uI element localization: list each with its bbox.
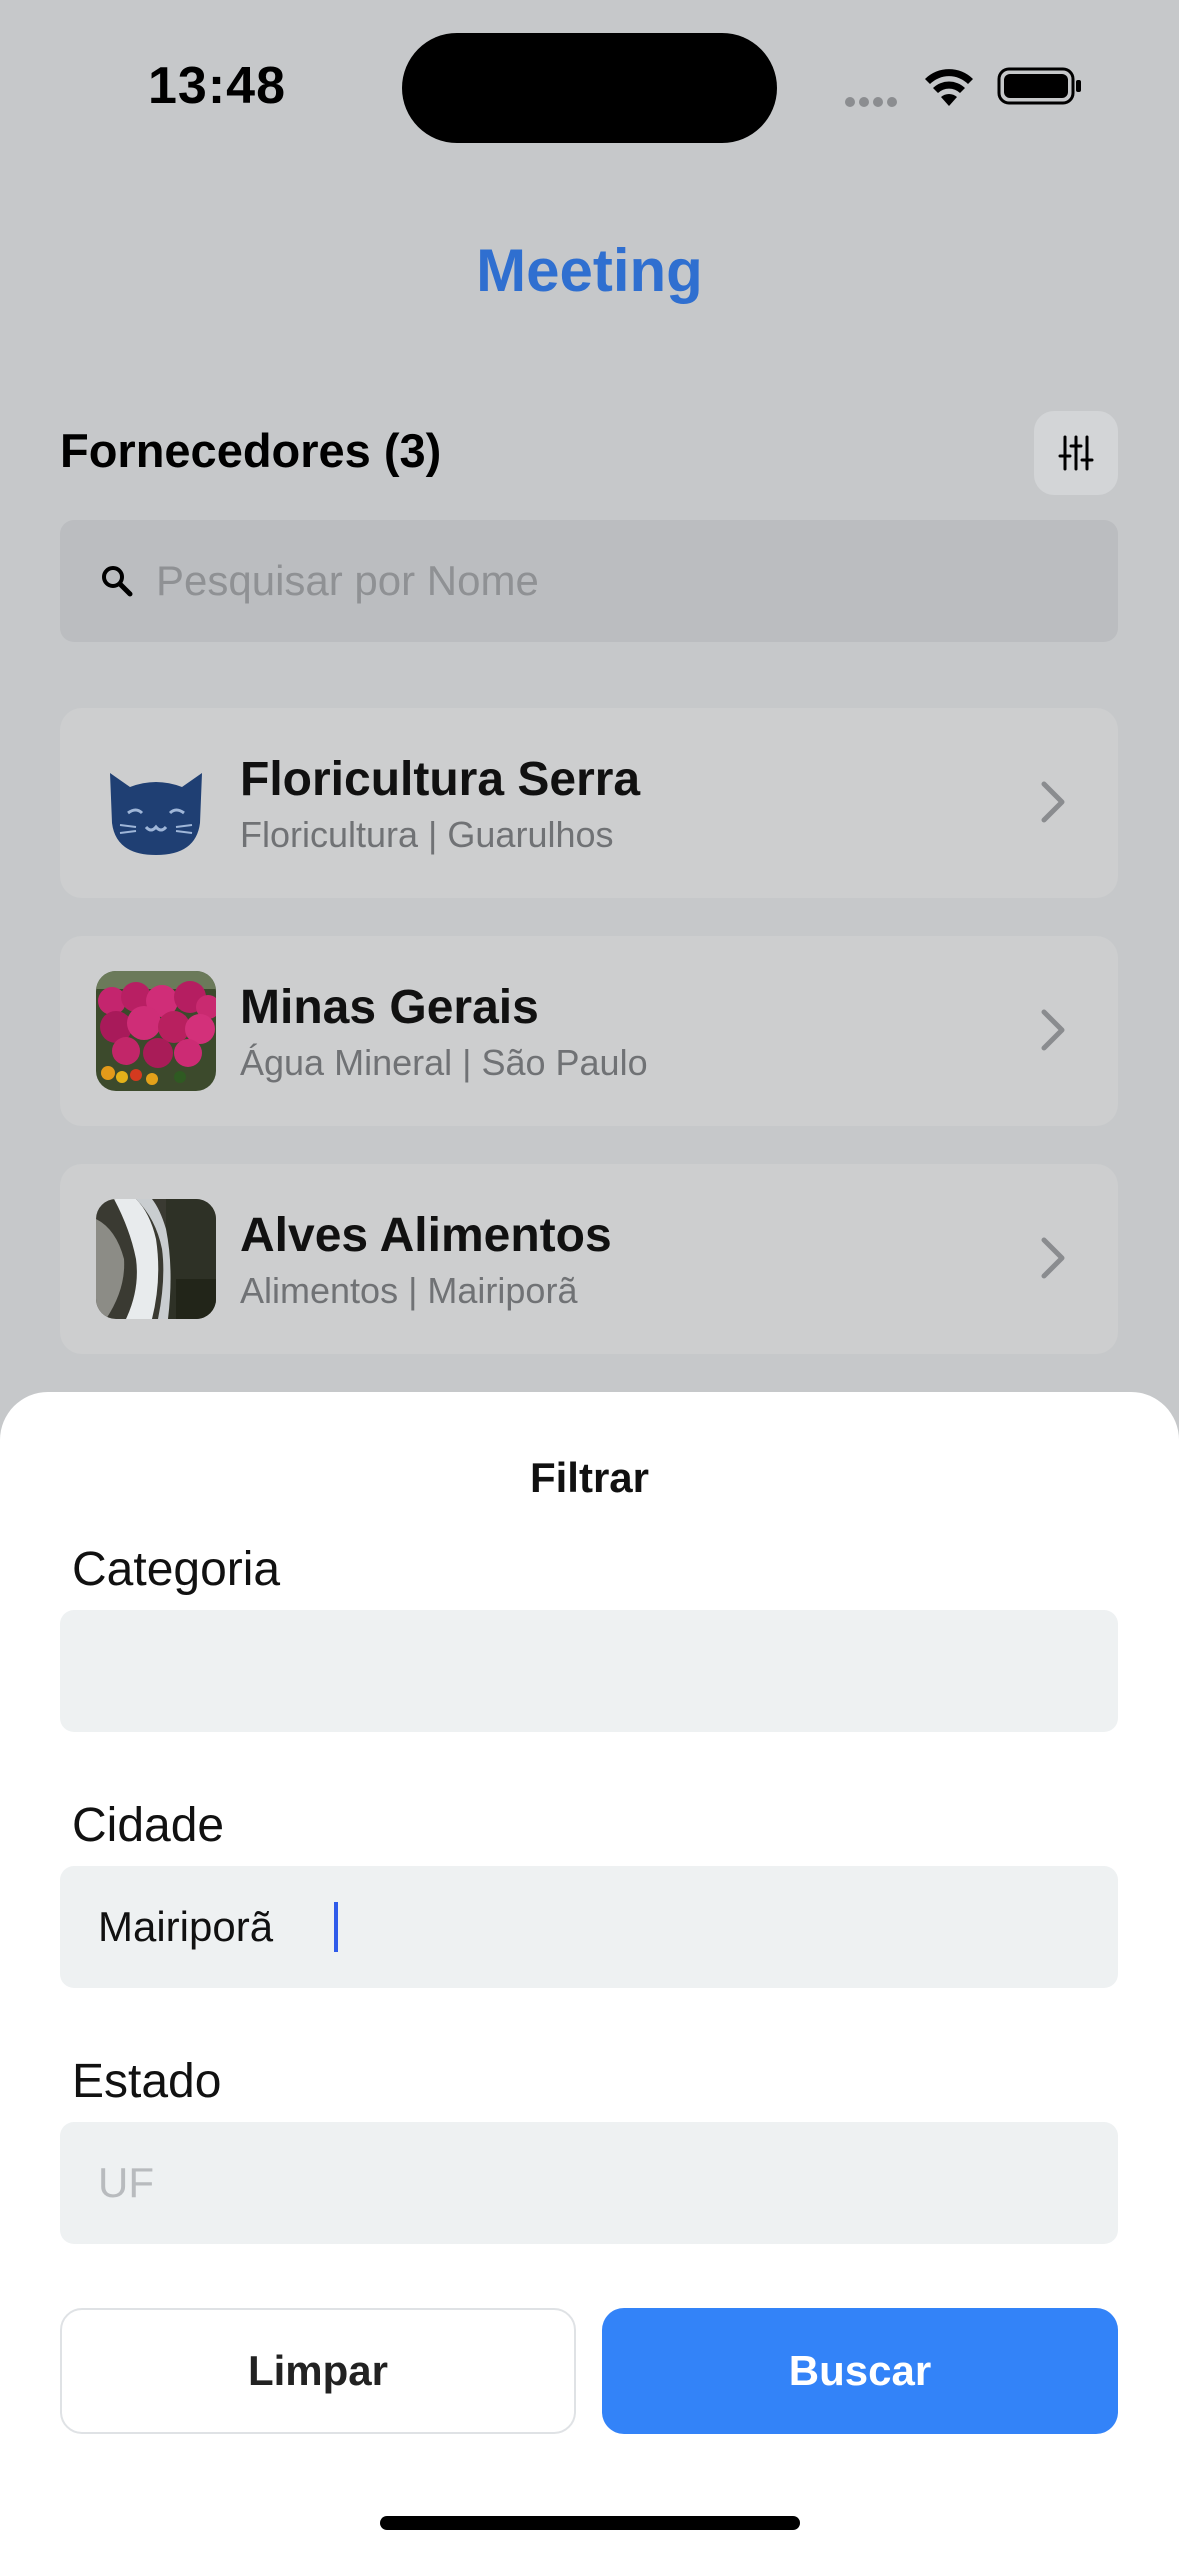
supplier-subtitle: Floricultura | Guarulhos xyxy=(240,814,614,855)
sheet-title: Filtrar xyxy=(529,1454,650,1501)
suppliers-title: Fornecedores (3) xyxy=(60,424,442,477)
supplier-card[interactable]: Floricultura Serra Floricultura | Guarul… xyxy=(60,708,1118,898)
filter-sheet: Filtrar Categoria Cidade Estado Limpar B… xyxy=(0,1392,1179,2556)
sliders-icon xyxy=(1058,435,1094,471)
category-input[interactable] xyxy=(96,1646,1080,1696)
clear-button[interactable]: Limpar xyxy=(60,2308,576,2434)
cat-logo-icon xyxy=(96,743,216,863)
chevron-right-icon xyxy=(1041,1237,1065,1279)
search-input[interactable] xyxy=(154,556,1058,606)
supplier-name: Floricultura Serra xyxy=(240,753,641,806)
chevron-right-icon xyxy=(1041,1009,1065,1051)
state-field[interactable] xyxy=(60,2122,1118,2244)
chevron-right-icon xyxy=(1041,781,1065,823)
search-icon xyxy=(102,566,133,597)
supplier-card[interactable]: Minas Gerais Água Mineral | São Paulo xyxy=(60,936,1118,1126)
supplier-name: Minas Gerais xyxy=(240,981,539,1034)
battery-icon xyxy=(997,67,1081,105)
category-label: Categoria xyxy=(72,1543,281,1596)
search-bar[interactable] xyxy=(60,520,1118,642)
search-button[interactable]: Buscar xyxy=(602,2308,1118,2434)
supplier-name: Alves Alimentos xyxy=(240,1209,612,1262)
filter-button[interactable] xyxy=(1034,411,1118,495)
city-input[interactable] xyxy=(96,1902,1080,1952)
text-caret xyxy=(334,1902,338,1952)
status-bar: 13:48 xyxy=(0,0,1179,180)
supplier-subtitle: Água Mineral | São Paulo xyxy=(240,1042,648,1083)
state-input[interactable] xyxy=(96,2158,1080,2208)
state-label: Estado xyxy=(72,2055,222,2108)
category-field[interactable] xyxy=(60,1610,1118,1732)
dynamic-island xyxy=(402,33,777,143)
waterfall-photo xyxy=(96,1199,216,1319)
status-time: 13:48 xyxy=(148,57,286,115)
supplier-card[interactable]: Alves Alimentos Alimentos | Mairiporã xyxy=(60,1164,1118,1354)
app-title: Meeting xyxy=(476,237,703,304)
city-label: Cidade xyxy=(72,1799,225,1852)
flowers-photo xyxy=(96,971,216,1091)
cellular-signal-icon xyxy=(845,94,905,107)
supplier-subtitle: Alimentos | Mairiporã xyxy=(240,1270,578,1311)
wifi-icon xyxy=(925,69,973,106)
city-field[interactable] xyxy=(60,1866,1118,1988)
home-indicator xyxy=(380,2516,800,2530)
